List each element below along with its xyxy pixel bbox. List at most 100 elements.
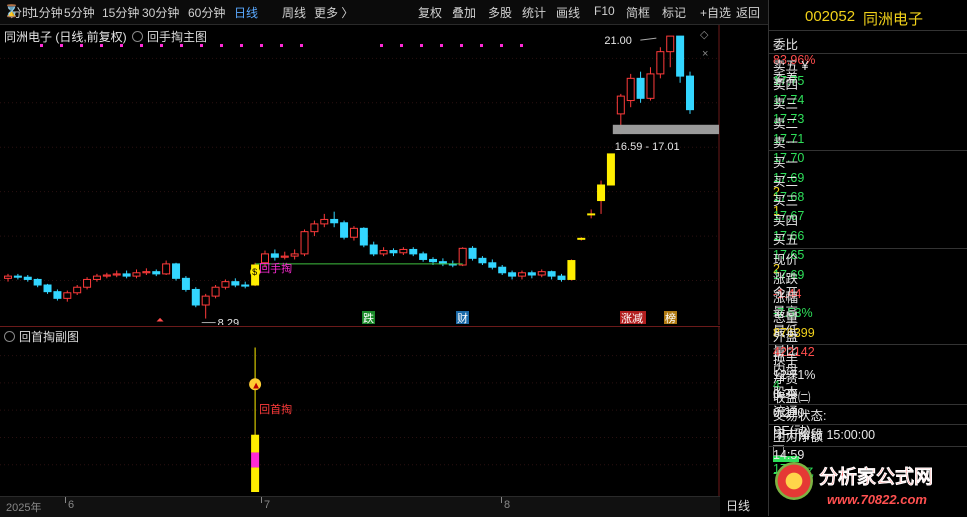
- buy-label: 买三: [773, 194, 799, 209]
- toolbar-action-8[interactable]: +自选: [700, 4, 731, 21]
- candle-body: [260, 253, 269, 264]
- stat-row: 涨跌 -1.44 最高: [773, 268, 967, 319]
- signal-dot: [420, 44, 423, 47]
- candle-body: [201, 295, 210, 306]
- period-tab-2[interactable]: 5分钟: [64, 4, 95, 21]
- candle-body: [349, 227, 358, 238]
- period-tab-4[interactable]: 30分钟: [142, 4, 179, 21]
- candle-body: [270, 253, 279, 258]
- candle-body: [320, 218, 329, 225]
- stat-label: 换手: [773, 353, 799, 367]
- signal-dot: [380, 44, 383, 47]
- low-label: 8.29: [218, 318, 239, 325]
- toolbar-action-0[interactable]: 复权: [418, 4, 442, 21]
- candle-body: [606, 153, 615, 186]
- candle-body: [162, 263, 171, 275]
- buy-row: 买一 17.69 2: [773, 152, 967, 199]
- time-tick: [65, 497, 66, 503]
- signal-dot: [260, 44, 263, 47]
- signal-dot: [300, 44, 303, 47]
- candle-body: [53, 291, 62, 299]
- sell-label: 卖一: [773, 135, 799, 150]
- candle-body: [63, 292, 72, 299]
- stat-label: 外盘: [773, 329, 799, 344]
- sell-row: 卖五 ¥17.75: [773, 55, 967, 88]
- toolbar-action-5[interactable]: F10: [594, 4, 615, 18]
- candle-body: [597, 184, 606, 202]
- sub-chart[interactable]: ▲回首掏 10.008.006.004.002.00: [0, 326, 720, 496]
- settings-icon[interactable]: [4, 331, 15, 342]
- toolbar-action-9[interactable]: 返回: [736, 4, 760, 21]
- period-tab-5[interactable]: 60分钟: [188, 4, 225, 21]
- candle-body: [676, 35, 685, 77]
- candle-body: [73, 286, 82, 294]
- candle-body: [686, 75, 694, 111]
- sell-row: 卖二 17.71: [773, 113, 967, 146]
- candle-body: [112, 273, 121, 276]
- signal-dot: [440, 44, 443, 47]
- candle-body: [181, 277, 190, 290]
- candle-body: [122, 273, 131, 277]
- buy-label: 买五: [773, 232, 799, 247]
- stat-row: 外盘 422142 内盘 4: [773, 326, 967, 392]
- toolbar-action-6[interactable]: 简框: [626, 4, 650, 21]
- candle-body: [33, 278, 42, 286]
- candle-body: [300, 231, 309, 255]
- candle-body: [666, 35, 675, 53]
- signal-dot: [220, 44, 223, 47]
- settings-icon[interactable]: [132, 31, 143, 42]
- period-tab-1[interactable]: 1分钟: [32, 4, 63, 21]
- signal-dot: [480, 44, 483, 47]
- candle-body: [231, 281, 240, 286]
- candle-body: [221, 281, 230, 288]
- toolbar-action-7[interactable]: 标记: [662, 4, 686, 21]
- candle-body: [616, 95, 625, 115]
- candle-body: [517, 272, 526, 277]
- candle-body: [241, 284, 250, 287]
- stat-label: 现价: [773, 253, 799, 267]
- hourglass-icon: ⌛: [4, 4, 19, 18]
- range-band: [612, 124, 719, 135]
- indicator-name: 回手掏主图: [132, 28, 207, 45]
- webi-label: 委比: [773, 38, 799, 52]
- main-chart[interactable]: 回手掏$21.008.2916.59 - 17.01跌财涨减榜⏶ 20.0018…: [0, 25, 720, 325]
- buy-row: 买二 17.68 1: [773, 171, 967, 218]
- candle-body: [547, 271, 556, 277]
- period-tab-8[interactable]: 更多 〉: [314, 4, 353, 21]
- webi-row: 委比 83.96% 委差: [773, 34, 967, 85]
- candle-body: [488, 262, 497, 268]
- candle-body: [557, 275, 566, 280]
- chart-close-icon[interactable]: ×: [702, 48, 708, 60]
- sell-row: 卖四 17.74: [773, 74, 967, 107]
- time-label-3: 8: [504, 499, 511, 511]
- toolbar-action-4[interactable]: 画线: [556, 4, 580, 21]
- double-up-icon: ⏶: [156, 315, 164, 325]
- toolbar-action-1[interactable]: 叠加: [452, 4, 476, 21]
- stat-row: 现价 17.69 今开: [773, 249, 967, 300]
- period-tab-6[interactable]: 日线: [234, 4, 258, 21]
- high-label: 21.00: [604, 35, 632, 47]
- up-caret: ▲: [251, 380, 261, 391]
- divider: [769, 424, 967, 425]
- candle-body: [13, 275, 22, 278]
- candle-body: [4, 275, 12, 279]
- toolbar-action-2[interactable]: 多股: [488, 4, 512, 21]
- stat-label: 总量: [773, 310, 799, 325]
- period-tab-3[interactable]: 15分钟: [102, 4, 139, 21]
- range-label: 16.59 - 17.01: [615, 141, 680, 153]
- event-label: 榜: [665, 311, 676, 325]
- buy-label: 买四: [773, 213, 799, 228]
- candle-body: [399, 248, 408, 254]
- sell-label: 卖五 ¥: [773, 59, 809, 73]
- diamond-icon[interactable]: ◇: [700, 28, 708, 41]
- coin-glyph: $: [252, 267, 257, 277]
- period-label[interactable]: 日线: [726, 497, 750, 514]
- candle-body: [379, 250, 388, 255]
- candle-body: [290, 253, 299, 257]
- candle-body: [330, 218, 339, 224]
- toolbar-action-3[interactable]: 统计: [522, 4, 546, 21]
- divider: [769, 30, 967, 31]
- period-tab-7[interactable]: 周线: [282, 4, 306, 21]
- candle-body: [23, 276, 32, 280]
- candle-body: [587, 213, 596, 216]
